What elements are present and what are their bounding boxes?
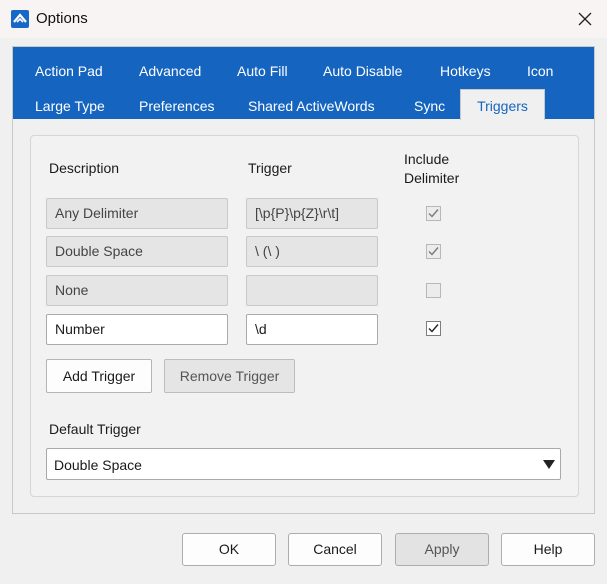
close-icon — [578, 12, 592, 26]
tab-large-type[interactable]: Large Type — [35, 98, 105, 114]
tab-action-pad[interactable]: Action Pad — [35, 63, 103, 79]
description-field: Double Space — [46, 236, 228, 267]
include-delimiter-checkbox — [426, 244, 441, 259]
tab-sync[interactable]: Sync — [414, 98, 445, 114]
description-field: None — [46, 275, 228, 306]
window-title: Options — [36, 10, 88, 27]
default-trigger-label: Default Trigger — [49, 421, 141, 437]
cancel-button[interactable]: Cancel — [288, 533, 382, 566]
tab-shared-activewords[interactable]: Shared ActiveWords — [248, 98, 375, 114]
check-icon — [428, 247, 439, 256]
trigger-field: [\p{P}\p{Z}\r\t] — [246, 198, 378, 229]
ok-button[interactable]: OK — [182, 533, 276, 566]
include-delimiter-checkbox[interactable] — [426, 321, 441, 336]
tab-advanced[interactable]: Advanced — [139, 63, 201, 79]
apply-button[interactable]: Apply — [395, 533, 489, 566]
default-trigger-select[interactable]: Double Space — [46, 448, 561, 480]
activewords-logo-icon — [11, 10, 29, 28]
check-icon — [428, 209, 439, 218]
include-delimiter-checkbox — [426, 206, 441, 221]
close-button[interactable] — [570, 6, 600, 32]
tab-hotkeys[interactable]: Hotkeys — [440, 63, 491, 79]
description-input[interactable]: Number — [46, 314, 228, 345]
add-trigger-button[interactable]: Add Trigger — [46, 359, 152, 393]
tab-auto-disable[interactable]: Auto Disable — [323, 63, 402, 79]
description-field: Any Delimiter — [46, 198, 228, 229]
column-header-trigger: Trigger — [248, 160, 292, 176]
include-delimiter-checkbox — [426, 283, 441, 298]
tab-auto-fill[interactable]: Auto Fill — [237, 63, 288, 79]
check-icon — [428, 324, 439, 333]
trigger-input[interactable]: \d — [246, 314, 378, 345]
tab-triggers[interactable]: Triggers — [460, 89, 545, 120]
column-header-description: Description — [49, 160, 120, 176]
title-bar: Options — [0, 0, 607, 38]
tab-icon[interactable]: Icon — [527, 63, 553, 79]
tab-preferences[interactable]: Preferences — [139, 98, 214, 114]
trigger-field — [246, 275, 378, 306]
dropdown-arrow-icon — [543, 460, 555, 469]
column-header-delimiter: Delimiter — [404, 170, 460, 186]
remove-trigger-button[interactable]: Remove Trigger — [164, 359, 295, 393]
help-button[interactable]: Help — [501, 533, 595, 566]
trigger-field: \ (\ ) — [246, 236, 378, 267]
default-trigger-value: Double Space — [54, 457, 142, 473]
column-header-include: Include — [404, 151, 450, 167]
